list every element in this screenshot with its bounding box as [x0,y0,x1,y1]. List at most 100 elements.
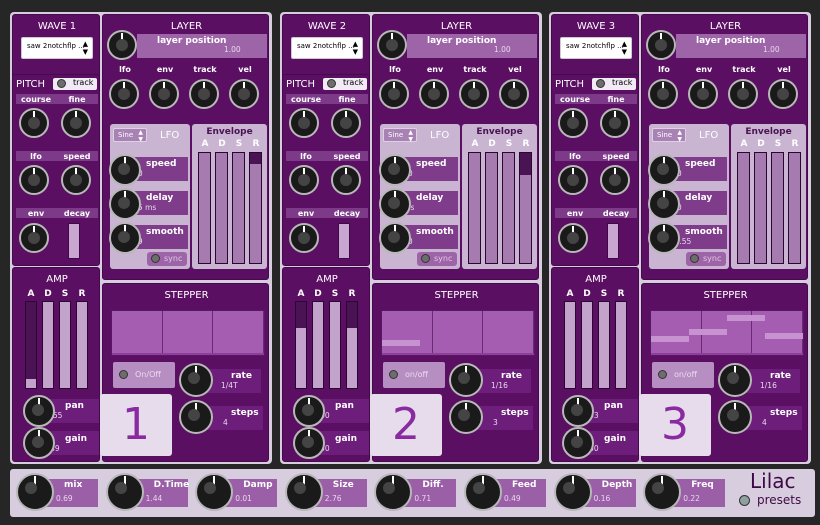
env-D-slider[interactable] [485,152,498,264]
layer-position-knob[interactable] [107,30,137,60]
pitch-lfo-knob[interactable] [558,165,588,195]
pitch-speed-knob[interactable] [600,165,630,195]
env-R-slider[interactable] [249,152,262,264]
stepper-onoff-toggle[interactable]: on/off [652,362,714,388]
step-cell[interactable] [483,311,534,353]
amp-R-slider[interactable] [76,301,88,389]
gain-knob[interactable] [562,427,594,459]
wave-select[interactable]: saw 2notchflp ... ▲ ▼ [291,37,363,59]
step-cell[interactable] [162,311,214,353]
mod-env-knob[interactable] [688,79,718,109]
sync-toggle[interactable]: sync [686,252,726,266]
wave-select[interactable]: saw 2notchflp ... ▲ ▼ [21,37,93,59]
env-A-slider[interactable] [198,152,211,264]
step-grid[interactable] [111,310,265,356]
lfo-shape-select[interactable]: Sine ▲ ▼ [383,128,417,143]
pitch-speed-knob[interactable] [61,165,91,195]
lfo-shape-select[interactable]: Sine ▲ ▼ [652,128,686,143]
gain-knob[interactable] [293,427,325,459]
step-cell[interactable] [432,311,484,353]
lfo-speed-knob[interactable] [109,154,141,186]
env-R-slider[interactable] [519,152,532,264]
pitch-env-knob[interactable] [558,223,588,253]
layer-position-knob[interactable] [377,30,407,60]
amp-S-slider[interactable] [598,301,610,389]
fx-6-knob[interactable] [553,473,592,511]
rate-knob[interactable] [179,363,213,397]
steps-knob[interactable] [449,400,483,434]
fx-1-knob[interactable] [105,473,144,511]
amp-D-slider[interactable] [312,301,324,389]
fx-3-knob[interactable] [284,473,323,511]
rate-knob[interactable] [449,363,483,397]
pan-knob[interactable] [562,395,594,427]
env-S-slider[interactable] [232,152,245,264]
env-R-slider[interactable] [788,152,801,264]
fine-knob[interactable] [331,108,361,138]
amp-D-slider[interactable] [581,301,593,389]
lfo-speed-knob[interactable] [379,154,411,186]
course-knob[interactable] [558,108,588,138]
fine-knob[interactable] [600,108,630,138]
mod-vel-knob[interactable] [499,79,529,109]
mod-env-knob[interactable] [419,79,449,109]
gain-knob[interactable] [23,427,55,459]
env-A-slider[interactable] [737,152,750,264]
pitch-env-knob[interactable] [289,223,319,253]
track-toggle[interactable]: track [53,78,97,90]
env-S-slider[interactable] [502,152,515,264]
sync-toggle[interactable]: sync [417,252,457,266]
lfo-delay-knob[interactable] [109,188,141,220]
mod-vel-knob[interactable] [768,79,798,109]
mod-track-knob[interactable] [189,79,219,109]
env-S-slider[interactable] [771,152,784,264]
layer-position-knob[interactable] [646,30,676,60]
pitch-env-knob[interactable] [19,223,49,253]
pitch-lfo-knob[interactable] [289,165,319,195]
course-knob[interactable] [19,108,49,138]
fine-knob[interactable] [61,108,91,138]
pitch-speed-knob[interactable] [331,165,361,195]
lfo-shape-select[interactable]: Sine ▲ ▼ [113,128,147,143]
mod-track-knob[interactable] [459,79,489,109]
wave-select[interactable]: saw 2notchflp ... ▲ ▼ [560,37,632,59]
stepper-onoff-toggle[interactable]: On/Off [113,362,175,388]
rate-knob[interactable] [718,363,752,397]
track-toggle[interactable]: track [323,78,367,90]
mod-lfo-knob[interactable] [379,79,409,109]
step-grid[interactable] [381,310,535,356]
mod-env-knob[interactable] [149,79,179,109]
amp-S-slider[interactable] [59,301,71,389]
lfo-smooth-knob[interactable] [648,222,680,254]
amp-A-slider[interactable] [295,301,307,389]
env-D-slider[interactable] [215,152,228,264]
presets-button[interactable]: presets [733,493,803,507]
steps-knob[interactable] [179,400,213,434]
fx-0-knob[interactable] [16,473,54,511]
amp-D-slider[interactable] [42,301,54,389]
amp-R-slider[interactable] [615,301,627,389]
env-D-slider[interactable] [754,152,767,264]
env-A-slider[interactable] [468,152,481,264]
step-grid[interactable] [650,310,804,356]
amp-S-slider[interactable] [329,301,341,389]
pitch-lfo-knob[interactable] [19,165,49,195]
course-knob[interactable] [289,108,319,138]
fx-2-knob[interactable] [195,473,234,511]
decay-slider[interactable] [607,223,619,259]
step-cell[interactable] [213,311,264,353]
lfo-smooth-knob[interactable] [109,222,141,254]
decay-slider[interactable] [68,223,80,259]
steps-knob[interactable] [718,400,752,434]
fx-7-knob[interactable] [643,473,682,511]
stepper-onoff-toggle[interactable]: on/off [383,362,445,388]
amp-A-slider[interactable] [25,301,37,389]
fx-5-knob[interactable] [464,473,502,511]
decay-slider[interactable] [338,223,350,259]
pan-knob[interactable] [23,395,55,427]
amp-R-slider[interactable] [346,301,358,389]
track-toggle[interactable]: track [592,78,636,90]
mod-lfo-knob[interactable] [648,79,678,109]
lfo-speed-knob[interactable] [648,154,680,186]
amp-A-slider[interactable] [564,301,576,389]
